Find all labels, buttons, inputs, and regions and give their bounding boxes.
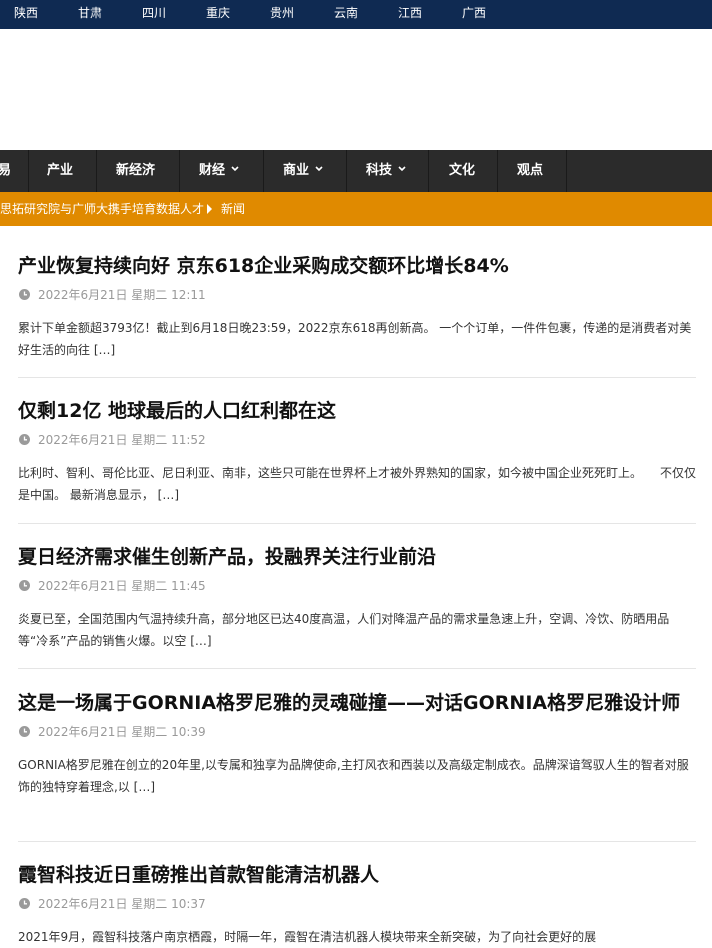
region-link-yunnan[interactable]: 云南 <box>334 3 358 23</box>
article-divider <box>18 523 696 524</box>
region-link-chongqing[interactable]: 重庆 <box>206 3 230 23</box>
region-link-guangxi[interactable]: 广西 <box>462 3 486 23</box>
article-item: 产业恢复持续向好 京东618企业采购成交额环比增长84% 2022年6月21日 … <box>18 253 696 361</box>
nav-item-tech[interactable]: 科技 <box>366 150 406 192</box>
article-title[interactable]: 产业恢复持续向好 京东618企业采购成交额环比增长84% <box>18 253 696 279</box>
nav-item-label: 产业 <box>47 163 74 178</box>
nav-divider <box>263 150 264 192</box>
chevron-down-icon <box>398 166 406 172</box>
article-excerpt: 累计下单金额超3793亿！截止到6月18日晚23:59，2022京东618再创新… <box>18 317 696 361</box>
article-item: 霞智科技近日重磅推出首款智能清洁机器人 2022年6月21日 星期二 10:37… <box>18 862 696 948</box>
nav-item-new-economy[interactable]: 新经济 <box>116 150 155 192</box>
chevron-down-icon <box>231 166 239 172</box>
nav-item-label: 财经 <box>199 163 226 178</box>
region-link-sichuan[interactable]: 四川 <box>142 3 166 23</box>
nav-item-label: 新经济 <box>116 163 156 178</box>
article-excerpt-text: 累计下单金额超3793亿！截止到6月18日晚23:59，2022京东618再创新… <box>18 321 692 357</box>
article-item: 仅剩12亿 地球最后的人口红利都在这 2022年6月21日 星期二 11:52 … <box>18 398 696 506</box>
article-excerpt-text: 炎夏已至，全国范围内气温持续升高，部分地区已达40度高温，人们对降温产品的需求量… <box>18 612 670 648</box>
clock-icon <box>19 289 30 300</box>
article-date: 2022年6月21日 星期二 11:45 <box>38 579 206 593</box>
article-excerpt-text: 2021年9月，霞智科技落户南京栖霞，时隔一年，霞智在清洁机器人模块带来全新突破… <box>18 930 597 944</box>
article-meta: 2022年6月21日 星期二 10:39 <box>18 722 696 742</box>
nav-item-finance[interactable]: 财经 <box>199 150 239 192</box>
article-excerpt-text: 比利时、智利、哥伦比亚、尼日利亚、南非，这些只可能在世界杯上才被外界熟知的国家，… <box>18 466 697 502</box>
clock-icon <box>19 726 30 737</box>
article-title[interactable]: 霞智科技近日重磅推出首款智能清洁机器人 <box>18 862 696 888</box>
article-excerpt: 比利时、智利、哥伦比亚、尼日利亚、南非，这些只可能在世界杯上才被外界熟知的国家，… <box>18 462 696 506</box>
nav-divider <box>28 150 29 192</box>
nav-item-label: 易 <box>0 163 12 178</box>
read-more-link[interactable]: […] <box>158 488 179 502</box>
article-excerpt-text: GORNIA格罗尼雅在创立的20年里,以专属和独享为品牌使命,主打风衣和西装以及… <box>18 758 689 794</box>
main-nav: 易 产业 新经济 财经 商业 科技 文化 观点 <box>0 150 712 192</box>
article-date: 2022年6月21日 星期二 11:52 <box>38 433 206 447</box>
article-meta: 2022年6月21日 星期二 12:11 <box>18 285 696 305</box>
article-item: 夏日经济需求催生创新产品，投融界关注行业前沿 2022年6月21日 星期二 11… <box>18 544 696 652</box>
region-link-guizhou[interactable]: 贵州 <box>270 3 294 23</box>
region-link-shaanxi[interactable]: 陕西 <box>14 3 38 23</box>
nav-item-label: 观点 <box>517 163 544 178</box>
clock-icon <box>19 434 30 445</box>
nav-item-industry[interactable]: 产业 <box>47 150 73 192</box>
nav-divider <box>96 150 97 192</box>
article-meta: 2022年6月21日 星期二 11:52 <box>18 430 696 450</box>
nav-item-business[interactable]: 商业 <box>283 150 323 192</box>
article-divider <box>18 377 696 378</box>
nav-divider <box>428 150 429 192</box>
article-title[interactable]: 这是一场属于GORNIA格罗尼雅的灵魂碰撞——对话GORNIA格罗尼雅设计师 <box>18 690 696 716</box>
nav-divider <box>497 150 498 192</box>
article-item: 这是一场属于GORNIA格罗尼雅的灵魂碰撞——对话GORNIA格罗尼雅设计师 2… <box>18 690 696 798</box>
nav-item-label: 科技 <box>366 163 393 178</box>
ticker-headline[interactable]: 思拓研究院与广师大携手培育数据人才 <box>0 192 204 226</box>
article-excerpt: GORNIA格罗尼雅在创立的20年里,以专属和独享为品牌使命,主打风衣和西装以及… <box>18 754 696 798</box>
nav-item-trade[interactable]: 易 <box>0 150 11 192</box>
news-ticker: 思拓研究院与广师大携手培育数据人才 新闻 <box>0 192 712 226</box>
article-title[interactable]: 夏日经济需求催生创新产品，投融界关注行业前沿 <box>18 544 696 570</box>
nav-divider <box>346 150 347 192</box>
nav-item-opinion[interactable]: 观点 <box>517 150 543 192</box>
article-date: 2022年6月21日 星期二 10:37 <box>38 897 206 911</box>
region-link-gansu[interactable]: 甘肃 <box>78 3 102 23</box>
article-meta: 2022年6月21日 星期二 10:37 <box>18 894 696 914</box>
article-divider <box>18 841 696 842</box>
chevron-down-icon <box>315 166 323 172</box>
nav-divider <box>566 150 567 192</box>
article-date: 2022年6月21日 星期二 10:39 <box>38 725 206 739</box>
region-bar: 陕西 甘肃 四川 重庆 贵州 云南 江西 广西 <box>0 0 712 29</box>
nav-divider <box>179 150 180 192</box>
article-excerpt: 2021年9月，霞智科技落户南京栖霞，时隔一年，霞智在清洁机器人模块带来全新突破… <box>18 926 696 948</box>
article-meta: 2022年6月21日 星期二 11:45 <box>18 576 696 596</box>
read-more-link[interactable]: […] <box>190 634 211 648</box>
nav-item-culture[interactable]: 文化 <box>449 150 475 192</box>
nav-item-label: 商业 <box>283 163 310 178</box>
clock-icon <box>19 580 30 591</box>
article-date: 2022年6月21日 星期二 12:11 <box>38 288 206 302</box>
clock-icon <box>19 898 30 909</box>
article-title[interactable]: 仅剩12亿 地球最后的人口红利都在这 <box>18 398 696 424</box>
region-link-jiangxi[interactable]: 江西 <box>398 3 422 23</box>
read-more-link[interactable]: […] <box>94 343 115 357</box>
nav-item-label: 文化 <box>449 163 476 178</box>
read-more-link[interactable]: […] <box>134 780 155 794</box>
triangle-right-icon <box>207 204 212 214</box>
article-excerpt: 炎夏已至，全国范围内气温持续升高，部分地区已达40度高温，人们对降温产品的需求量… <box>18 608 696 652</box>
article-divider <box>18 668 696 669</box>
ticker-category[interactable]: 新闻 <box>221 192 245 226</box>
